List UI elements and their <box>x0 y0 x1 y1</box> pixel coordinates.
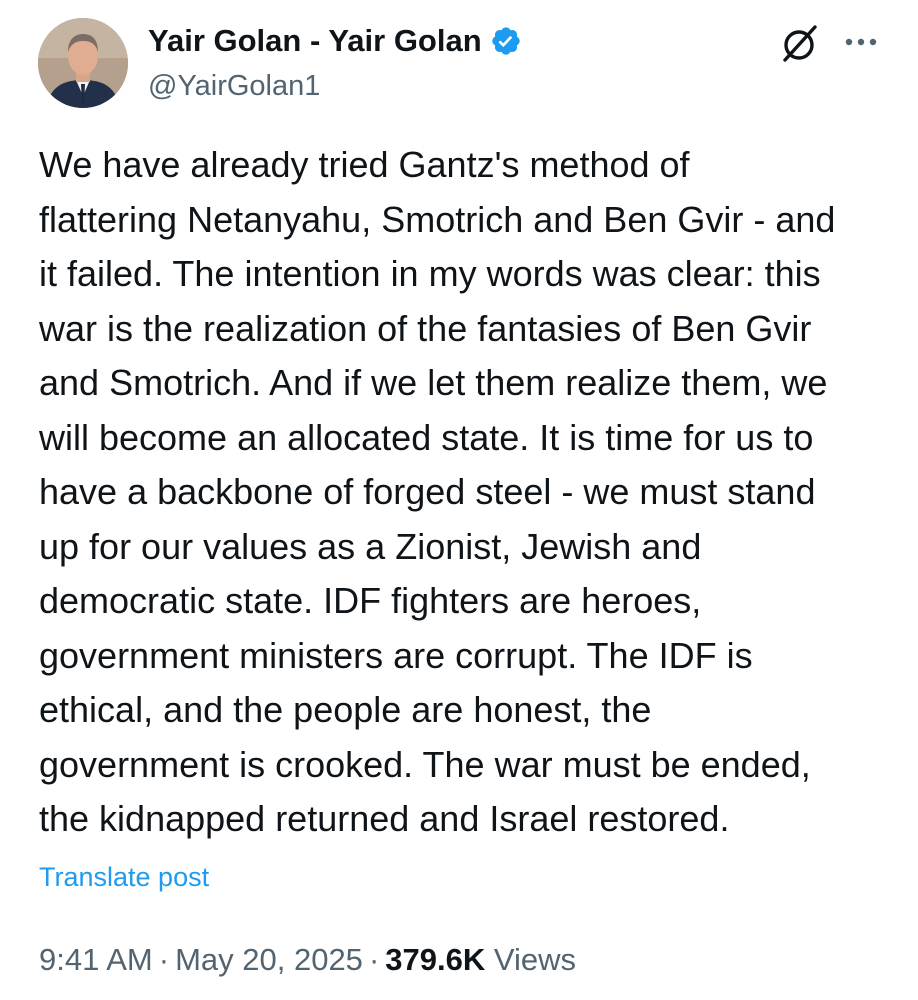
meta-separator: · <box>368 942 380 977</box>
post-container: Yair Golan - Yair Golan @YairGolan1 We h… <box>0 0 918 1000</box>
verified-badge-icon[interactable] <box>490 25 522 57</box>
meta-separator: · <box>158 942 170 977</box>
post-text: We have already tried Gantz's method of … <box>39 144 836 839</box>
name-row: Yair Golan - Yair Golan <box>148 22 522 60</box>
views-label: Views <box>493 942 576 977</box>
user-handle[interactable]: @YairGolan1 <box>148 70 522 103</box>
post-date[interactable]: May 20, 2025 <box>175 942 363 977</box>
avatar[interactable] <box>38 18 128 108</box>
post-time[interactable]: 9:41 AM <box>39 942 153 977</box>
post-meta: 9:41 AM · May 20, 2025 · 379.6K Views <box>39 942 576 978</box>
avatar-photo <box>38 18 128 108</box>
translate-post-link[interactable]: Translate post <box>39 862 209 893</box>
ellipsis-icon[interactable] <box>838 24 884 60</box>
display-name[interactable]: Yair Golan - Yair Golan <box>148 23 482 59</box>
author-block: Yair Golan - Yair Golan @YairGolan1 <box>148 22 522 103</box>
views-count: 379.6K <box>385 942 486 977</box>
slashed-circle-icon[interactable] <box>778 22 822 66</box>
